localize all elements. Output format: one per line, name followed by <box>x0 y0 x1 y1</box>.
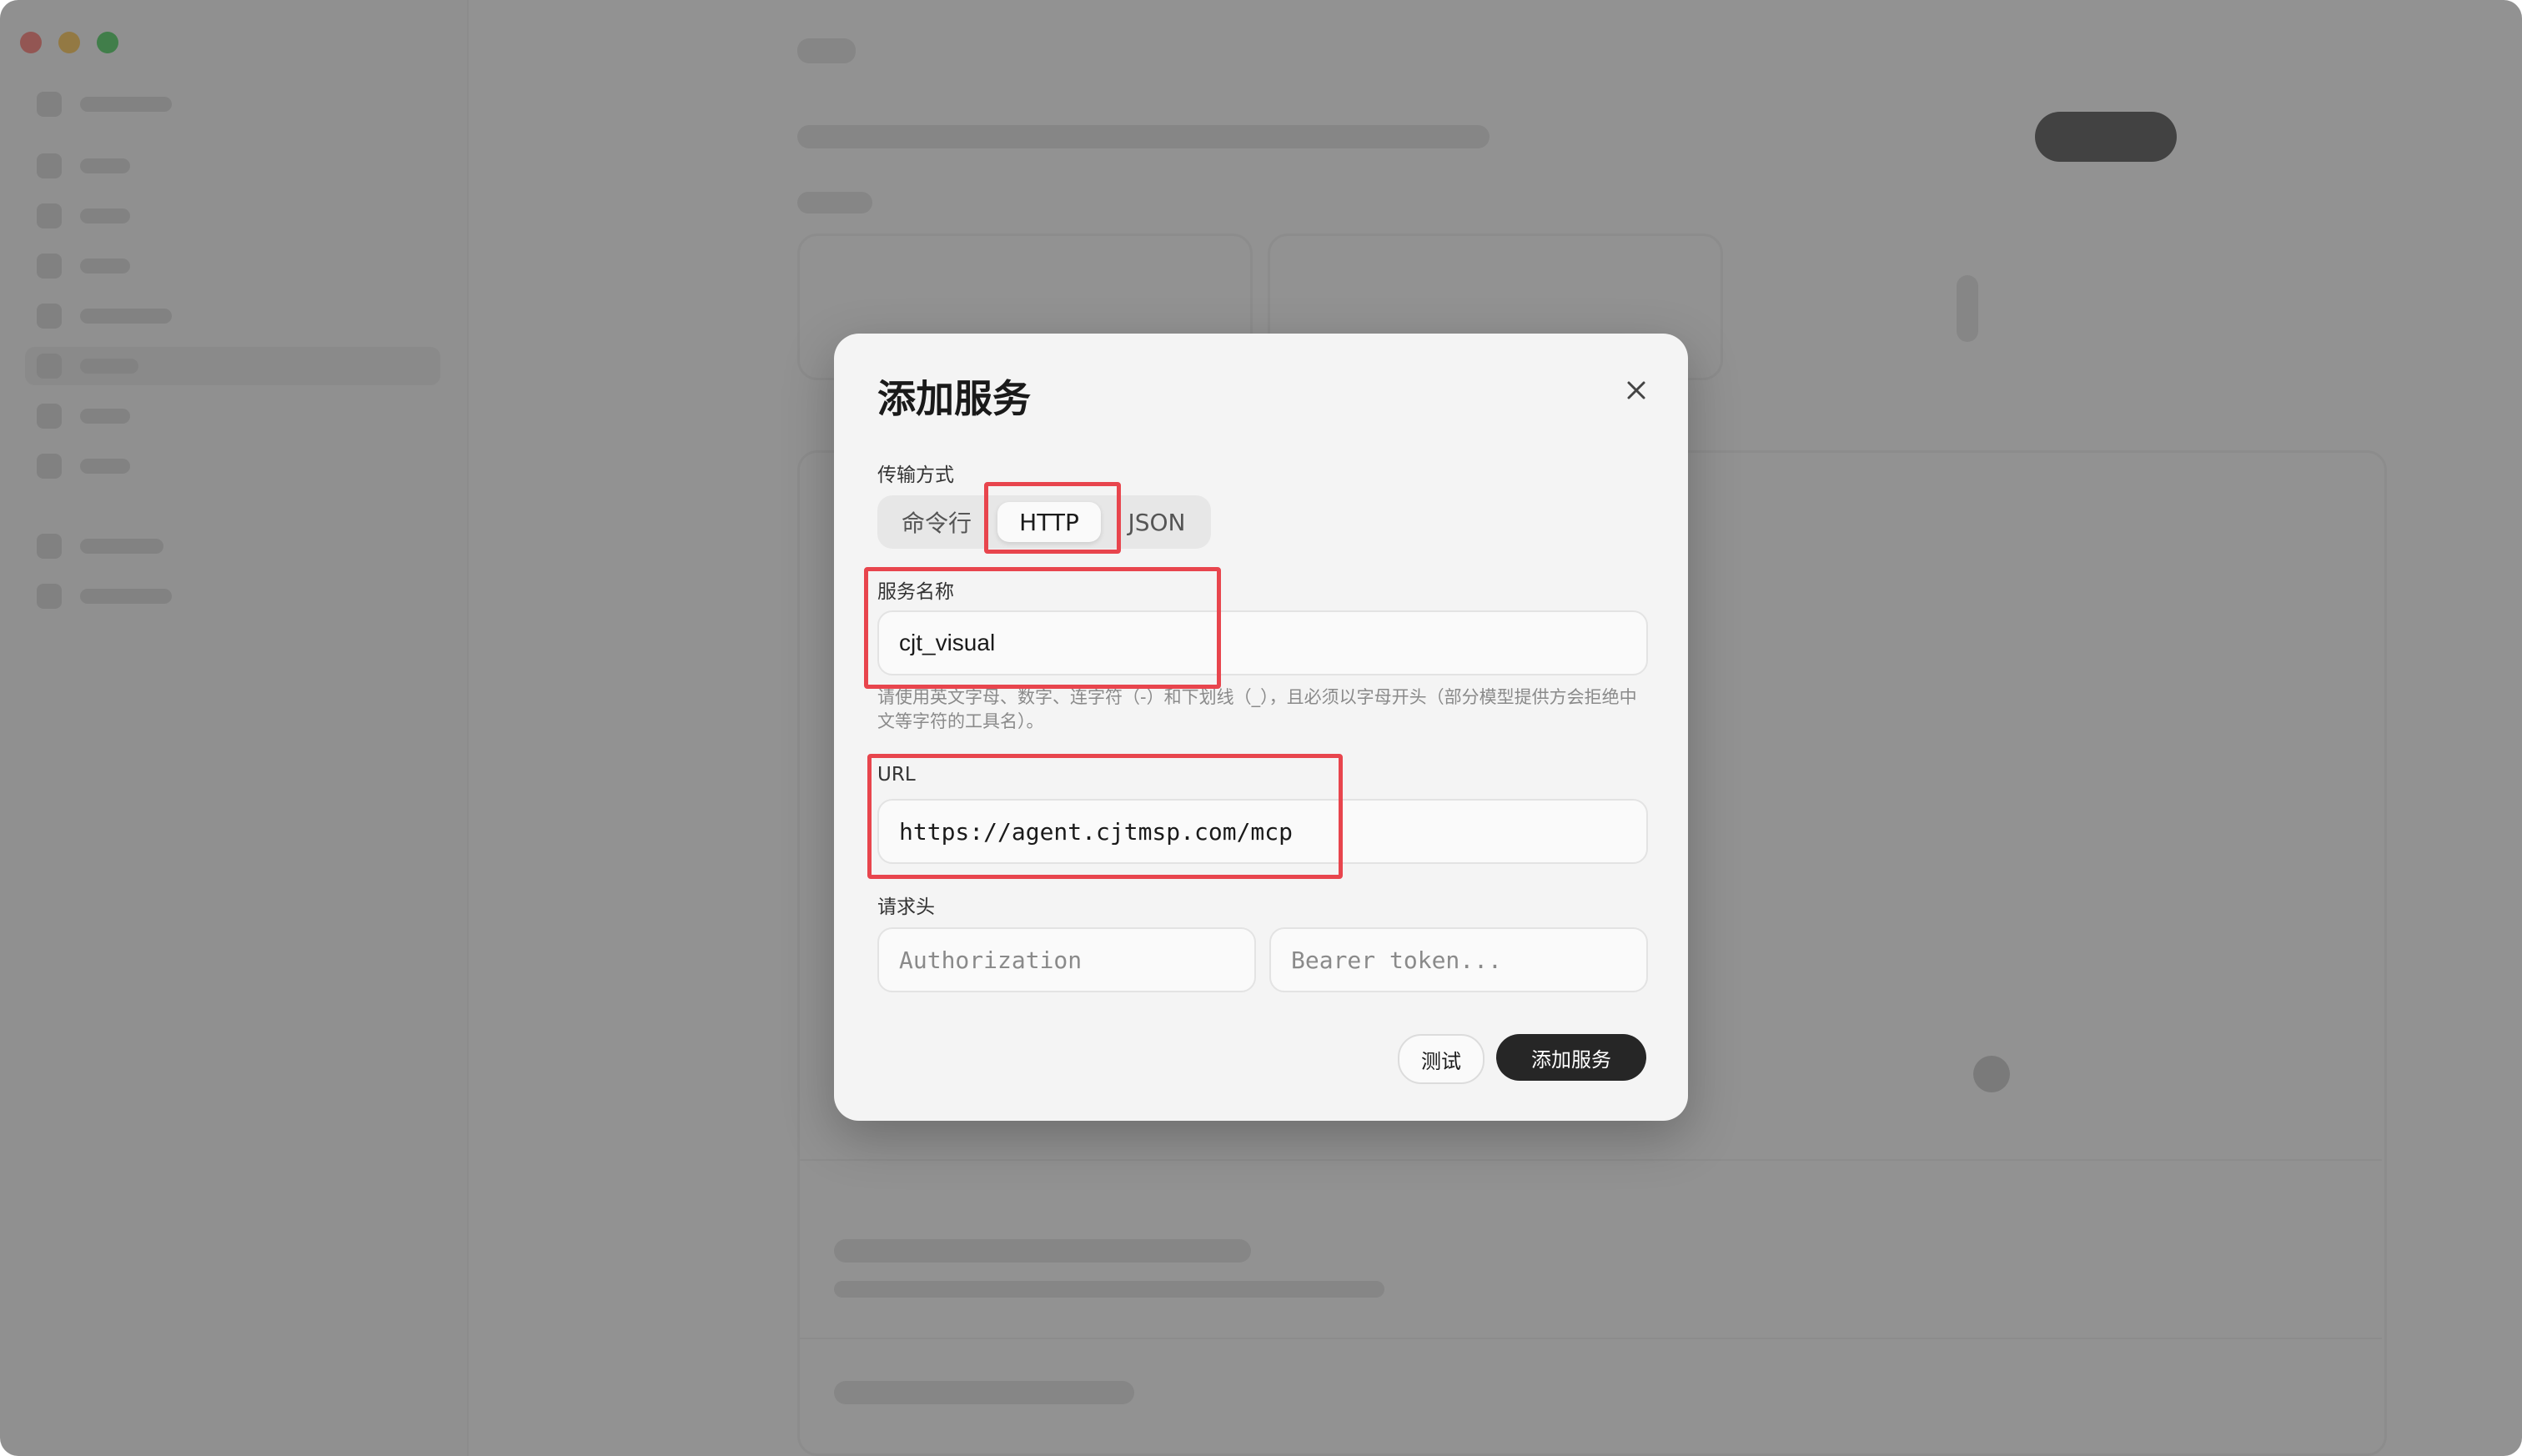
add-service-submit-button[interactable]: 添加服务 <box>1496 1034 1646 1081</box>
url-label: URL <box>877 764 916 786</box>
service-name-helper: 请使用英文字母、数字、连字符（-）和下划线（_），且必须以字母开头（部分模型提供… <box>877 687 1637 731</box>
close-icon <box>1627 381 1645 399</box>
header-value-input[interactable] <box>1269 927 1648 992</box>
transport-segmented-control: 命令行 HTTP JSON <box>877 495 1211 549</box>
header-key-input[interactable] <box>877 927 1256 992</box>
transport-option-json[interactable]: JSON <box>1113 502 1201 542</box>
dialog-title: 添加服务 <box>877 376 1031 421</box>
transport-label: 传输方式 <box>877 464 954 486</box>
url-input[interactable] <box>877 799 1648 864</box>
service-name-input[interactable] <box>877 610 1648 675</box>
test-button[interactable]: 测试 <box>1398 1034 1485 1084</box>
close-button[interactable] <box>1616 370 1656 410</box>
transport-option-http[interactable]: HTTP <box>997 502 1101 542</box>
app-window: 添加服务 传输方式 命令行 HTTP JSON 服务名称 请使用英文字母、数字、… <box>0 0 2522 1456</box>
headers-label: 请求头 <box>877 896 935 918</box>
service-name-label: 服务名称 <box>877 581 954 603</box>
transport-option-cli[interactable]: 命令行 <box>887 502 986 542</box>
add-service-dialog: 添加服务 传输方式 命令行 HTTP JSON 服务名称 请使用英文字母、数字、… <box>834 334 1688 1121</box>
